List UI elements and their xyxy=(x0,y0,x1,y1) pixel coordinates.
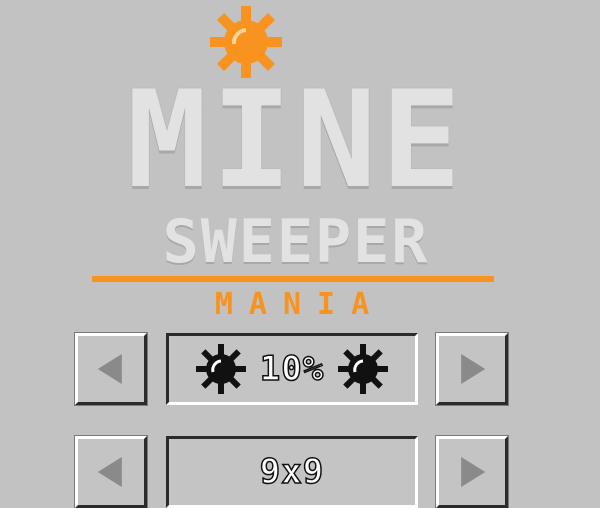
mine-density-value: 10% xyxy=(259,348,325,390)
grid-size-prev-button[interactable] xyxy=(74,435,148,508)
mine-density-display: 10% xyxy=(166,333,418,405)
mine-icon xyxy=(195,344,246,394)
mine-density-prev-button[interactable] xyxy=(74,332,148,406)
logo-title-mine: MINE xyxy=(126,62,466,218)
grid-size-value: 9x9 xyxy=(259,451,325,493)
grid-size-display: 9x9 xyxy=(166,436,418,508)
arrow-right-icon xyxy=(461,354,486,384)
arrow-left-icon xyxy=(97,354,122,384)
mine-icon xyxy=(338,344,389,394)
arrow-left-icon xyxy=(97,457,122,487)
arrow-right-icon xyxy=(461,457,486,487)
logo-subtitle-mania: MANIA xyxy=(214,287,386,322)
logo-divider xyxy=(92,276,494,282)
mine-density-next-button[interactable] xyxy=(435,332,509,406)
grid-size-next-button[interactable] xyxy=(435,435,509,508)
logo-title-sweeper: SWEEPER xyxy=(162,207,430,277)
